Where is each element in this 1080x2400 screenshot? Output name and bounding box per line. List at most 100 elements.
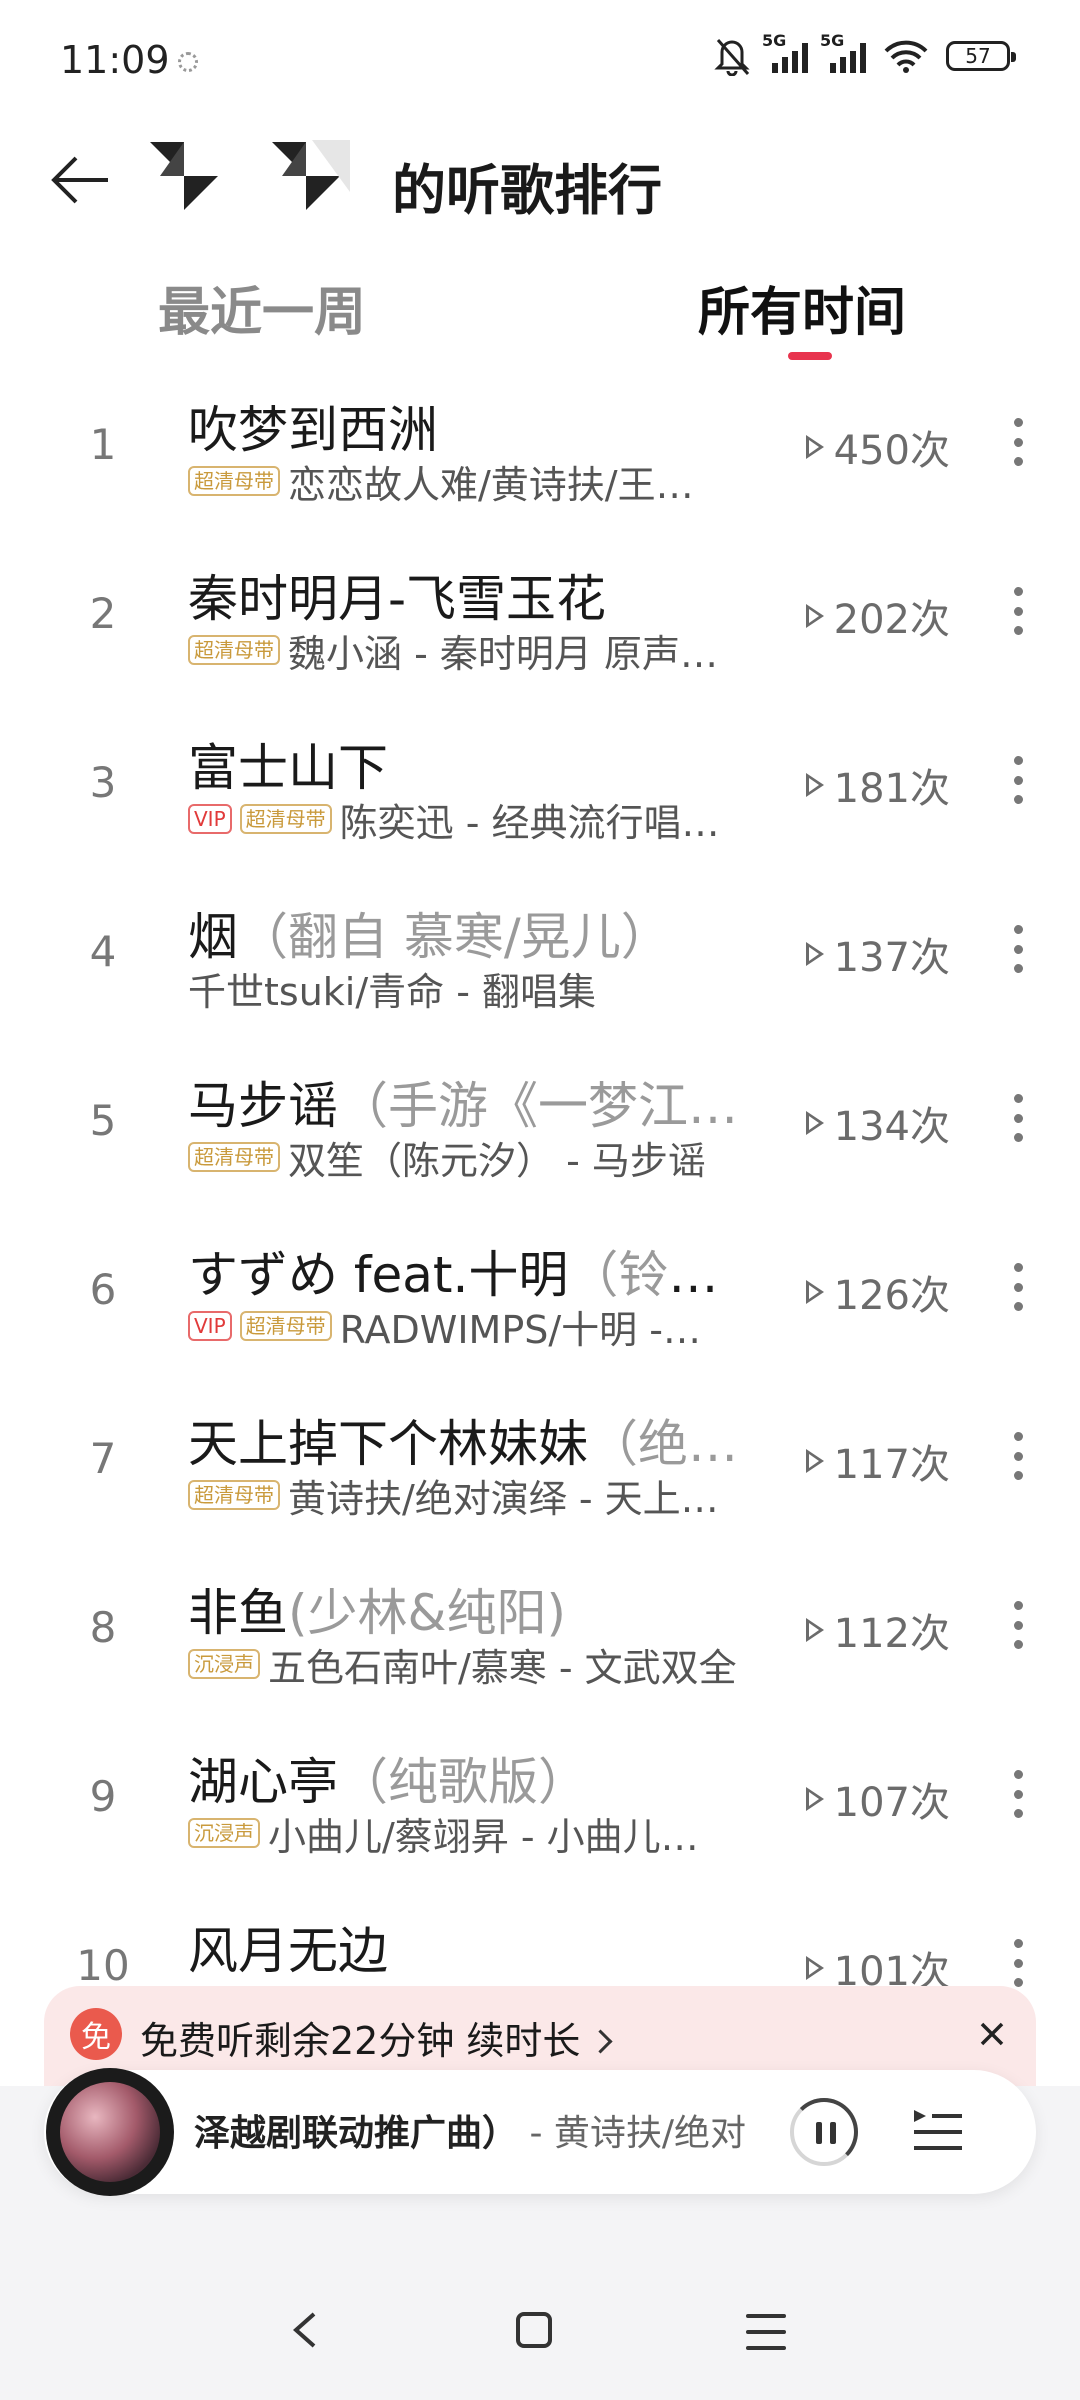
quality-badge: 沉浸声 xyxy=(188,1818,260,1848)
song-subtitle: （绝… xyxy=(588,1415,738,1473)
quality-badge: 超清母带 xyxy=(239,1311,332,1341)
ranking-row[interactable]: 8 非鱼(少林&纯阳) 沉浸声 五色石南叶/慕寒 - 文武双全 112次 xyxy=(0,1553,1080,1722)
song-title: 吹梦到西洲 xyxy=(188,390,438,462)
play-count-text: 181次 xyxy=(833,766,950,812)
tab-recent-week[interactable]: 最近一周 xyxy=(158,270,366,345)
song-title: 富士山下 xyxy=(188,728,388,800)
more-options-icon[interactable] xyxy=(1012,1601,1024,1649)
play-icon xyxy=(805,1280,824,1304)
play-icon xyxy=(805,1956,824,1980)
play-count: 126次 xyxy=(805,1263,950,1321)
back-arrow-icon[interactable] xyxy=(46,150,116,210)
ranking-row[interactable]: 3 富士山下 VIP 超清母带 陈奕迅 - 经典流行唱… 181次 xyxy=(0,708,1080,877)
play-count: 134次 xyxy=(805,1094,950,1152)
play-icon xyxy=(805,773,824,797)
play-count: 107次 xyxy=(805,1770,950,1828)
now-playing-title: 泽越剧联动推广曲） xyxy=(194,2113,519,2154)
song-meta: 超清母带 黄诗扶/绝对演绎 - 天上… xyxy=(188,1472,719,1521)
more-options-icon[interactable] xyxy=(1012,1263,1024,1311)
play-count: 137次 xyxy=(805,925,950,983)
page-header: 的听歌排行 xyxy=(0,130,1080,230)
ranking-row[interactable]: 6 すずめ feat.十明（铃芽） VIP 超清母带 RADWIMPS/十明 -… 126… xyxy=(0,1215,1080,1384)
rank-number: 10 xyxy=(76,1941,130,1990)
song-title-text: すずめ feat.十明 xyxy=(188,1246,569,1304)
ranking-row[interactable]: 1 吹梦到西洲 超清母带 恋恋故人难/黄诗扶/王… 450次 xyxy=(0,370,1080,539)
quality-badge: 超清母带 xyxy=(239,804,332,834)
signal-icon-2: 5G xyxy=(820,31,866,73)
song-title-text: 秦时明月-飞雪玉花 xyxy=(188,570,607,628)
play-count-text: 117次 xyxy=(833,1442,950,1488)
more-options-icon[interactable] xyxy=(1012,1770,1024,1818)
status-icons: 5G 5G 57 xyxy=(714,31,1016,76)
play-icon xyxy=(805,435,824,459)
more-options-icon[interactable] xyxy=(1012,587,1024,635)
mini-player[interactable]: 泽越剧联动推广曲） - 黄诗扶/绝对 xyxy=(44,2068,1036,2196)
play-count: 181次 xyxy=(805,756,950,814)
tab-all-time[interactable]: 所有时间 xyxy=(698,270,906,345)
play-count-text: 137次 xyxy=(833,935,950,981)
song-subtitle: (少林&纯阳) xyxy=(288,1584,567,1642)
vip-badge: VIP xyxy=(188,804,232,834)
play-count-text: 107次 xyxy=(833,1780,950,1826)
play-count: 450次 xyxy=(805,418,950,476)
vip-badge: VIP xyxy=(188,1311,232,1341)
free-listen-text[interactable]: 免费听剩余22分钟 续时长 xyxy=(140,2010,613,2065)
rank-number: 4 xyxy=(89,927,117,976)
song-title-text: 富士山下 xyxy=(188,739,388,797)
pause-button[interactable] xyxy=(790,2098,858,2166)
album-cover[interactable] xyxy=(46,2068,174,2196)
more-options-icon[interactable] xyxy=(1012,1094,1024,1142)
nav-home-icon[interactable] xyxy=(516,2312,552,2348)
song-artist: 魏小涵 - 秦时明月 原声… xyxy=(288,631,718,676)
rank-number: 2 xyxy=(89,589,117,638)
song-artist: 黄诗扶/绝对演绎 - 天上… xyxy=(288,1476,719,1521)
play-count-text: 112次 xyxy=(833,1611,950,1657)
play-icon xyxy=(805,1449,824,1473)
quality-badge: 超清母带 xyxy=(188,635,280,665)
song-subtitle: （铃芽） xyxy=(568,1246,763,1304)
song-artist: 恋恋故人难/黄诗扶/王… xyxy=(288,462,694,507)
song-title: 秦时明月-飞雪玉花 xyxy=(188,559,606,631)
song-subtitle: （手游《一梦江… xyxy=(338,1077,738,1135)
playlist-icon[interactable] xyxy=(910,2104,966,2160)
quality-badge: 超清母带 xyxy=(188,1480,280,1510)
song-artist: 双笙（陈元汐） - 马步谣 xyxy=(288,1138,706,1183)
now-playing-text[interactable]: 泽越剧联动推广曲） - 黄诗扶/绝对 xyxy=(194,2104,774,2156)
ranking-row[interactable]: 2 秦时明月-飞雪玉花超清母带 魏小涵 - 秦时明月 原声… 202次 xyxy=(0,539,1080,708)
song-artist: 千世tsuki/青命 - 翻唱集 xyxy=(188,969,597,1014)
ranking-row[interactable]: 4 烟（翻自 慕寒/晃儿） 千世tsuki/青命 - 翻唱集 137次 xyxy=(0,877,1080,1046)
song-meta: 千世tsuki/青命 - 翻唱集 xyxy=(188,965,596,1014)
close-icon[interactable] xyxy=(974,2016,1010,2052)
ranking-row[interactable]: 5 马步谣（手游《一梦江… 超清母带 双笙（陈元汐） - 马步谣 134次 xyxy=(0,1046,1080,1215)
song-meta: VIP 超清母带 RADWIMPS/十明 -… xyxy=(188,1303,701,1352)
song-meta: VIP 超清母带 陈奕迅 - 经典流行唱… xyxy=(188,796,720,845)
bell-muted-icon xyxy=(714,39,750,76)
more-options-icon[interactable] xyxy=(1012,418,1024,466)
free-badge-icon: 免 xyxy=(70,2008,122,2060)
user-avatar-logo xyxy=(150,142,218,210)
more-options-icon[interactable] xyxy=(1012,1939,1024,1987)
song-title: 非鱼(少林&纯阳) xyxy=(188,1573,566,1645)
quality-badge: 超清母带 xyxy=(188,466,280,496)
ranking-row[interactable]: 9 湖心亭（纯歌版） 沉浸声 小曲儿/蔡翊昇 - 小曲儿… 107次 xyxy=(0,1722,1080,1891)
song-title-text: 吹梦到西洲 xyxy=(188,401,438,459)
rank-number: 9 xyxy=(89,1772,117,1821)
song-title-text: 马步谣 xyxy=(188,1077,338,1135)
nav-menu-icon[interactable] xyxy=(746,2314,786,2350)
nav-back-icon[interactable] xyxy=(286,2310,326,2350)
song-meta: 超清母带 双笙（陈元汐） - 马步谣 xyxy=(188,1134,706,1183)
more-options-icon[interactable] xyxy=(1012,1432,1024,1480)
more-options-icon[interactable] xyxy=(1012,925,1024,973)
rank-number: 3 xyxy=(89,758,117,807)
song-artist: RADWIMPS/十明 -… xyxy=(339,1307,701,1352)
ranking-row[interactable]: 7 天上掉下个林妹妹（绝… 超清母带 黄诗扶/绝对演绎 - 天上… 117次 xyxy=(0,1384,1080,1553)
rank-number: 5 xyxy=(89,1096,117,1145)
quality-badge: 沉浸声 xyxy=(188,1649,260,1679)
play-count-text: 202次 xyxy=(833,597,950,643)
play-icon xyxy=(805,1618,824,1642)
status-time: 11:09 xyxy=(60,38,170,82)
rank-number: 7 xyxy=(89,1434,117,1483)
more-options-icon[interactable] xyxy=(1012,756,1024,804)
play-count-text: 134次 xyxy=(833,1104,950,1150)
song-subtitle: （纯歌版） xyxy=(338,1753,588,1811)
